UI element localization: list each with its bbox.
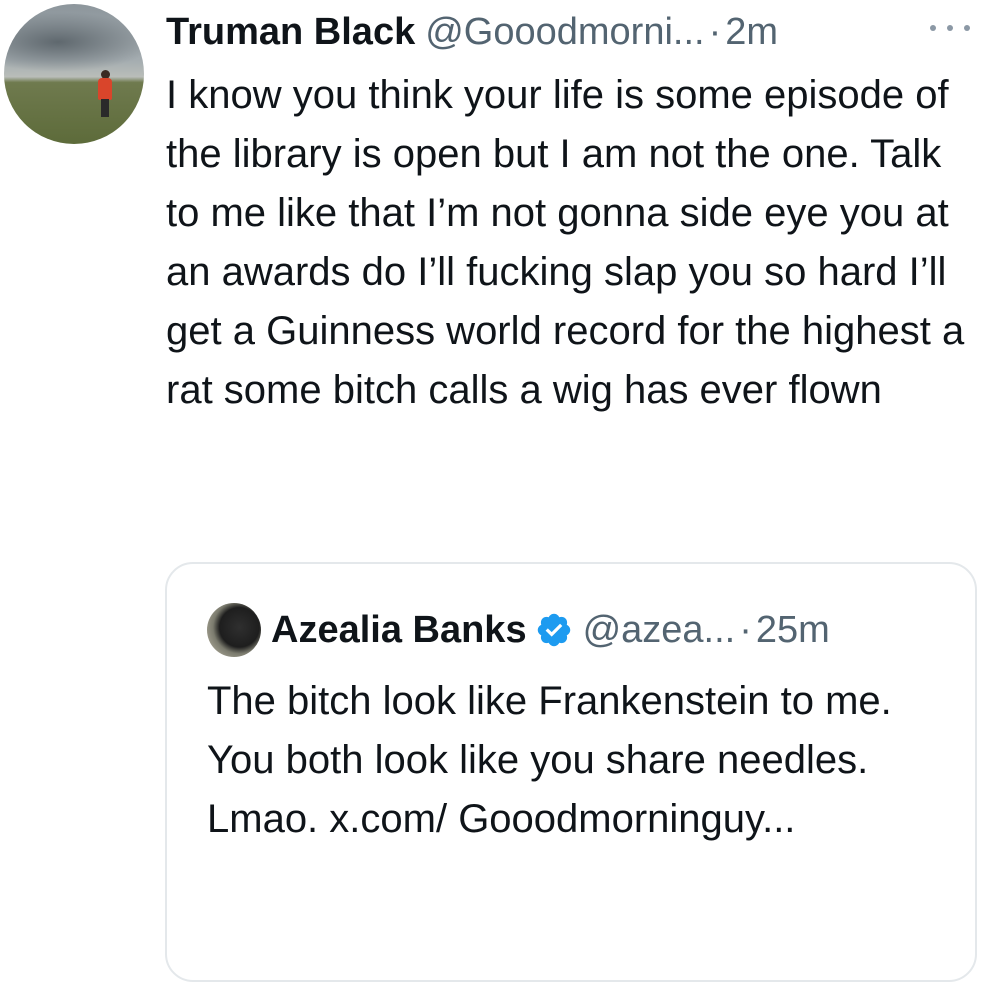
tweet-header: Truman Black @Gooodmorni... · 2m bbox=[166, 6, 778, 58]
quoted-tweet-timestamp[interactable]: 25m bbox=[756, 609, 830, 652]
quoted-tweet[interactable]: Azealia Banks @azea... · 25m The bitch l… bbox=[165, 562, 977, 982]
more-horizontal-icon[interactable] bbox=[930, 18, 970, 38]
tweet[interactable]: Truman Black @Gooodmorni... · 2m I know … bbox=[0, 0, 990, 982]
tweet-timestamp[interactable]: 2m bbox=[725, 6, 778, 58]
quoted-author-name[interactable]: Azealia Banks bbox=[271, 609, 527, 652]
tweet-text: I know you think your life is some episo… bbox=[166, 73, 965, 412]
verified-badge-icon bbox=[537, 613, 570, 647]
quoted-tweet-text: The bitch look like Frankenstein to me. … bbox=[207, 679, 892, 841]
quoted-tweet-header: Azealia Banks @azea... · 25m bbox=[207, 602, 830, 658]
separator-dot: · bbox=[708, 11, 722, 53]
author-avatar[interactable] bbox=[4, 4, 144, 144]
author-name[interactable]: Truman Black bbox=[166, 6, 415, 58]
quoted-author-avatar[interactable] bbox=[207, 603, 261, 657]
quoted-separator-dot: · bbox=[739, 608, 752, 651]
author-handle[interactable]: @Gooodmorni... bbox=[425, 6, 704, 58]
quoted-author-handle[interactable]: @azea... bbox=[583, 609, 736, 652]
